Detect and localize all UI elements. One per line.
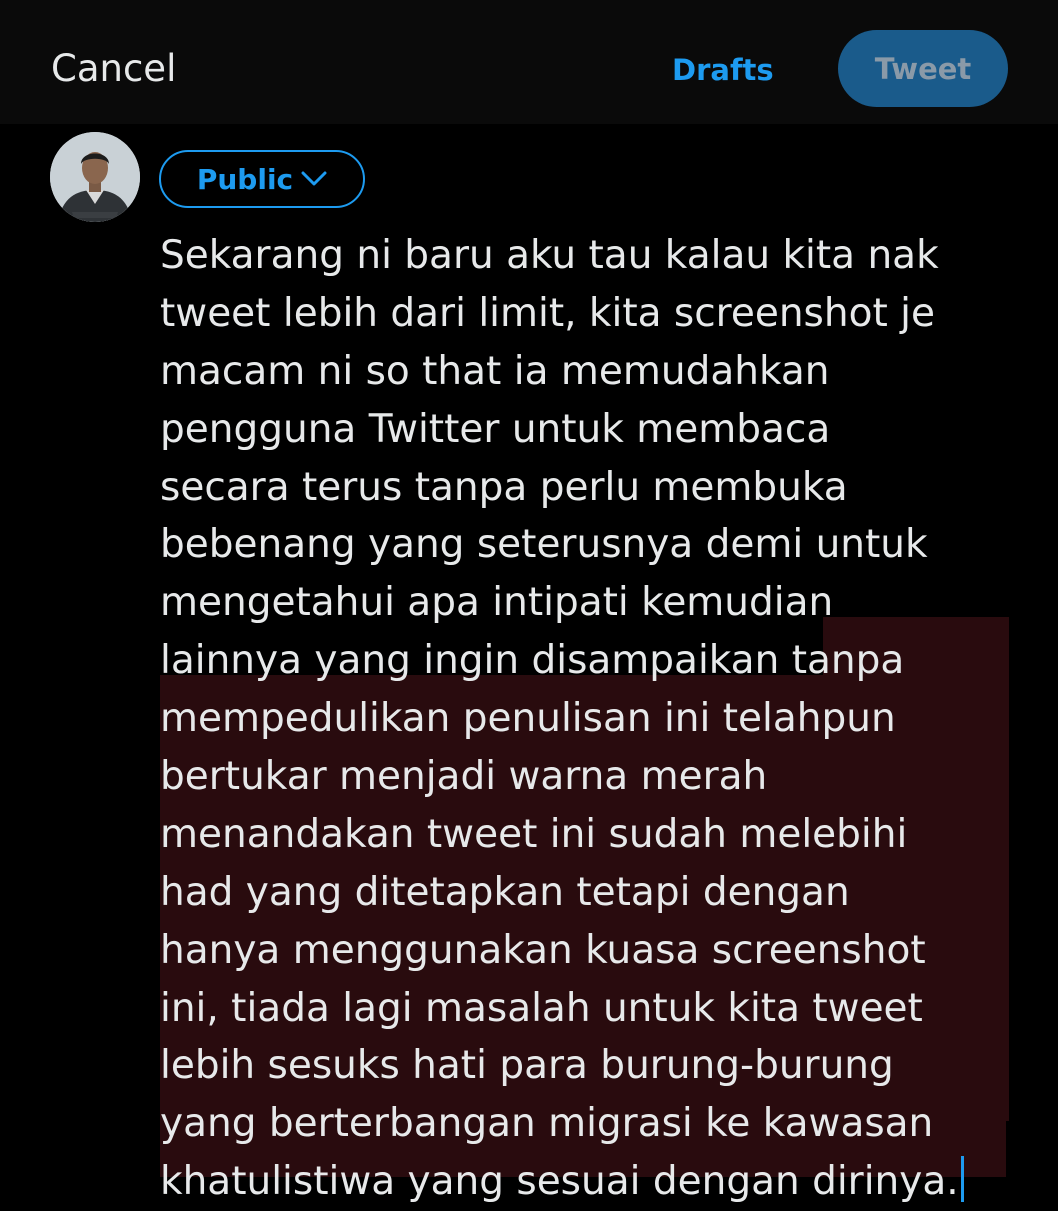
- tweet-button[interactable]: Tweet: [838, 30, 1008, 107]
- compose-line: khatulistiwa yang sesuai dengan dirinya.: [160, 1159, 959, 1205]
- compose-line: had yang ditetapkan tetapi dengan: [160, 869, 850, 915]
- chevron-down-icon: [301, 171, 327, 187]
- compose-line: pengguna Twitter untuk membaca: [160, 406, 831, 452]
- compose-line: bebenang yang seterusnya demi untuk: [160, 522, 928, 568]
- compose-line: menandakan tweet ini sudah melebihi: [160, 811, 908, 857]
- drafts-button[interactable]: Drafts: [672, 50, 774, 90]
- compose-line: hanya menggunakan kuasa screenshot: [160, 927, 926, 973]
- audience-label: Public: [196, 162, 294, 196]
- compose-line: tweet lebih dari limit, kita screenshot …: [160, 290, 935, 336]
- compose-line: bertukar menjadi warna merah: [160, 754, 768, 800]
- compose-line: macam ni so that ia memudahkan: [160, 348, 830, 394]
- compose-line: mempedulikan penulisan ini telahpun: [160, 696, 896, 742]
- compose-line: secara terus tanpa perlu membuka: [160, 464, 848, 510]
- compose-header: Cancel Drafts Tweet: [0, 0, 1058, 124]
- compose-line: lainnya yang ingin disampaikan tanpa: [160, 638, 905, 684]
- tweet-compose-field[interactable]: Sekarang ni baru aku tau kalau kita nak …: [160, 227, 1020, 1211]
- profile-photo: [50, 132, 140, 222]
- compose-line: Sekarang ni baru aku tau kalau kita nak: [160, 233, 939, 278]
- compose-line: lebih sesuks hati para burung-burung: [160, 1043, 894, 1089]
- compose-line: mengetahui apa intipati kemudian: [160, 580, 834, 626]
- compose-line-last: khatulistiwa yang sesuai dengan dirinya.: [160, 1153, 1020, 1211]
- compose-line: yang berterbangan migrasi ke kawasan: [160, 1101, 934, 1147]
- text-caret: [960, 1156, 964, 1203]
- avatar[interactable]: [50, 132, 140, 222]
- cancel-button[interactable]: Cancel: [51, 46, 176, 92]
- compose-line: ini, tiada lagi masalah untuk kita tweet: [160, 985, 923, 1031]
- audience-selector[interactable]: Public: [159, 150, 365, 208]
